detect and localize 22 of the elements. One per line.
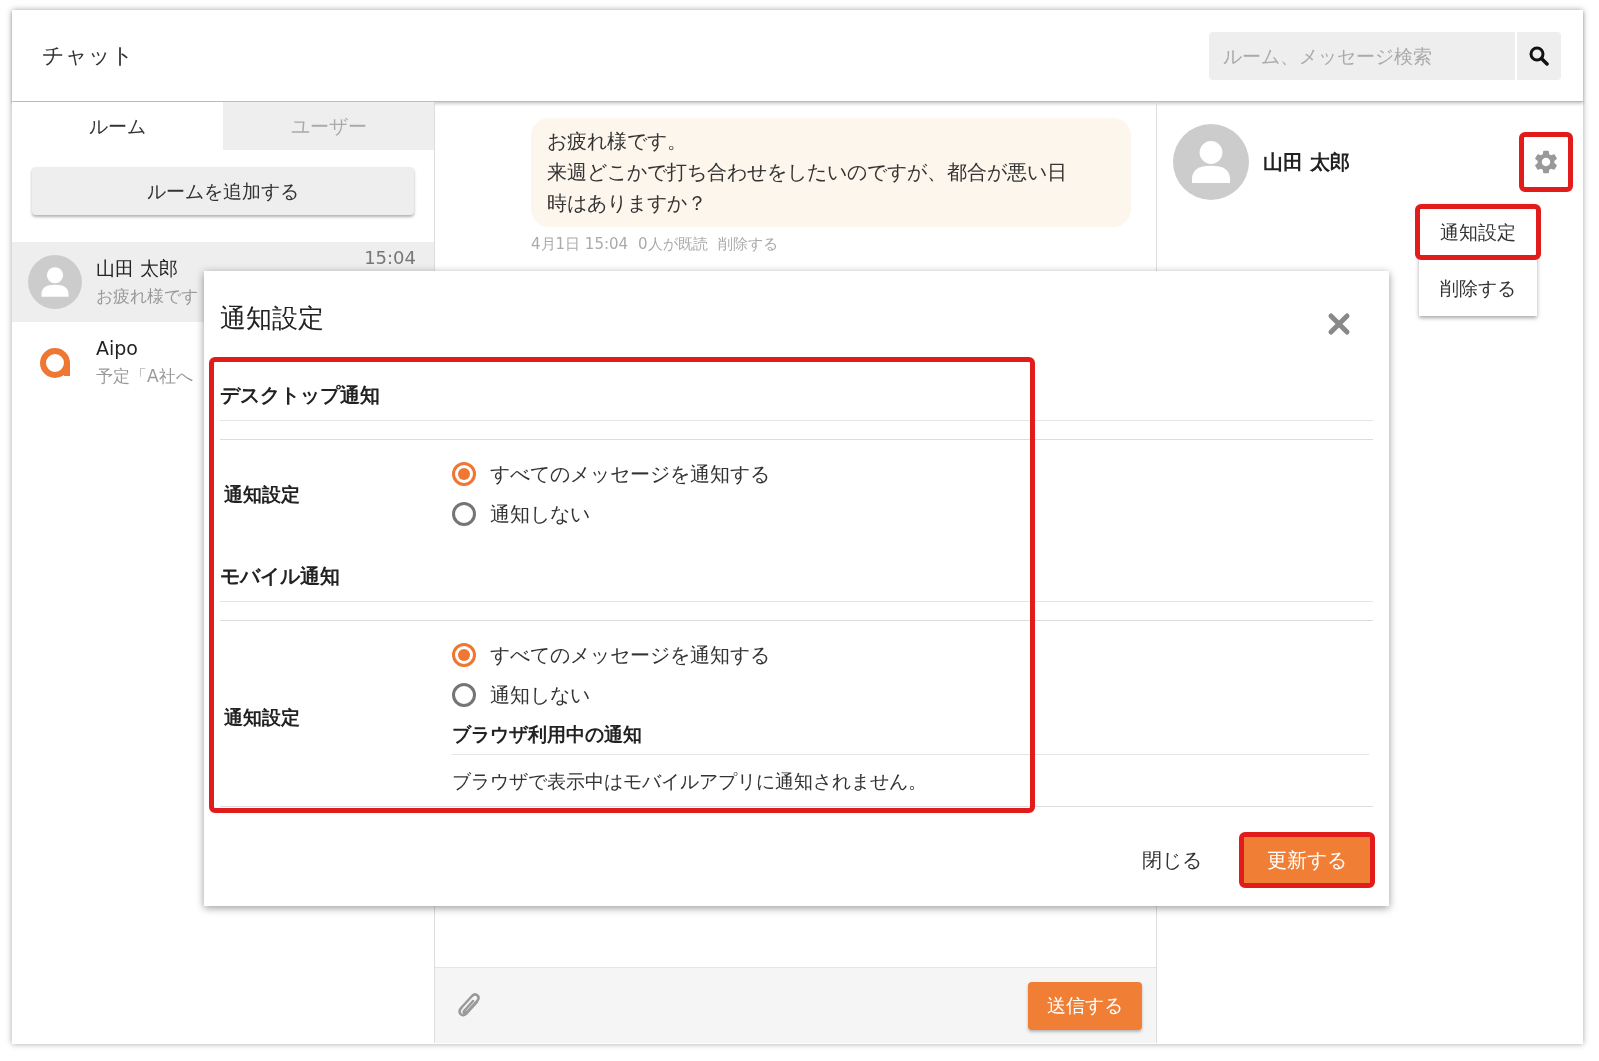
room-time: 15:04 <box>364 245 416 270</box>
radio-label: 通知しない <box>490 501 590 528</box>
room-preview: 予定「A社へ <box>96 365 194 388</box>
section-heading: モバイル通知 <box>220 563 340 590</box>
message-text: 来週どこかで打ち合わせをしたいのですが、都合が悪い日時はありますか？ <box>547 159 1068 217</box>
radio-label: すべてのメッセージを通知する <box>490 642 770 669</box>
note-text: ブラウザで表示中はモバイルアプリに通知されません。 <box>452 769 928 794</box>
page-title: チャット <box>42 42 134 70</box>
subsection-heading: ブラウザ利用中の通知 <box>452 722 642 748</box>
message-date: 4月1日 15:04 <box>531 235 629 253</box>
room-name: 山田 太郎 <box>96 255 179 281</box>
room-name: Aipo <box>96 335 138 361</box>
field-label: 通知設定 <box>224 705 300 730</box>
radio-label: すべてのメッセージを通知する <box>490 461 770 488</box>
read-count: 0人が既読 <box>638 235 708 253</box>
profile-name: 山田 太郎 <box>1263 149 1351 176</box>
field-label: 通知設定 <box>224 481 300 507</box>
room-preview: お疲れ様です <box>96 285 199 308</box>
radio-label: 通知しない <box>490 682 590 709</box>
dialog-title: 通知設定 <box>220 301 324 335</box>
message-text: お疲れ様です。 <box>547 128 688 155</box>
section-heading: デスクトップ通知 <box>220 382 380 409</box>
